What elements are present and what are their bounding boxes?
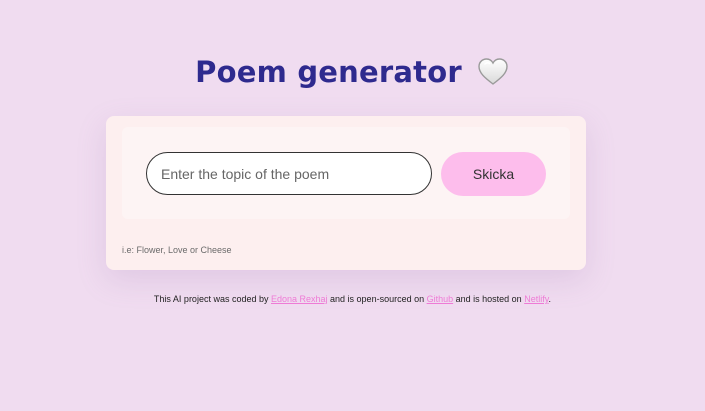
topic-input[interactable]: [146, 152, 432, 195]
page-title: Poem generator: [195, 55, 462, 89]
submit-button[interactable]: Skicka: [441, 152, 546, 196]
header: Poem generator: [0, 50, 705, 94]
white-heart-icon: [476, 55, 510, 89]
author-link[interactable]: Edona Rexhaj: [271, 294, 328, 304]
search-form: Skicka: [122, 127, 570, 219]
footer-text: .: [548, 294, 552, 304]
footer: This AI project was coded by Edona Rexha…: [0, 294, 705, 304]
footer-text: and is hosted on: [453, 294, 525, 304]
netlify-link[interactable]: Netlify: [524, 294, 548, 304]
footer-text: This AI project was coded by: [153, 294, 271, 304]
github-link[interactable]: Github: [427, 294, 454, 304]
footer-text: and is open-sourced on: [327, 294, 427, 304]
hint-text: i.e: Flower, Love or Cheese: [122, 245, 232, 255]
poem-form-card: Skicka i.e: Flower, Love or Cheese: [106, 116, 586, 270]
